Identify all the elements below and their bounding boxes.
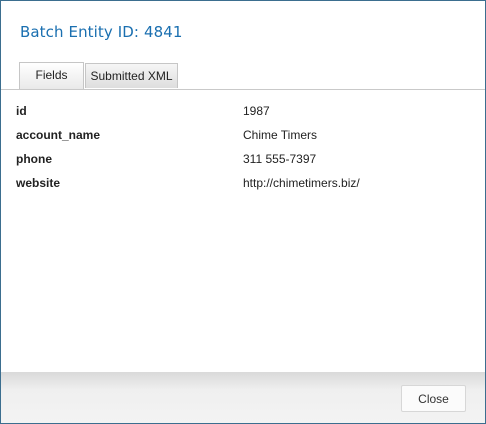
- field-value: http://chimetimers.biz/: [243, 176, 360, 190]
- dialog-title: Batch Entity ID: 4841: [20, 23, 183, 41]
- field-label: id: [16, 104, 27, 118]
- field-label: website: [16, 176, 61, 190]
- tab-submitted-xml[interactable]: Submitted XML: [85, 63, 178, 88]
- batch-entity-dialog: Batch Entity ID: 4841 Fields Submitted X…: [0, 0, 486, 424]
- field-row-account-name: account_name Chime Timers: [1, 128, 485, 150]
- field-row-website: website http://chimetimers.biz/: [1, 176, 485, 198]
- field-value: 311 555-7397: [243, 152, 317, 166]
- field-row-phone: phone 311 555-7397: [1, 152, 485, 174]
- close-button[interactable]: Close: [401, 385, 466, 412]
- dialog-footer: Close: [1, 372, 485, 423]
- field-label: account_name: [16, 128, 101, 142]
- field-label: phone: [16, 152, 52, 166]
- tab-fields[interactable]: Fields: [19, 62, 84, 89]
- tab-divider: [1, 89, 485, 90]
- field-value: Chime Timers: [243, 128, 318, 142]
- field-row-id: id 1987: [1, 104, 485, 126]
- field-value: 1987: [243, 104, 270, 118]
